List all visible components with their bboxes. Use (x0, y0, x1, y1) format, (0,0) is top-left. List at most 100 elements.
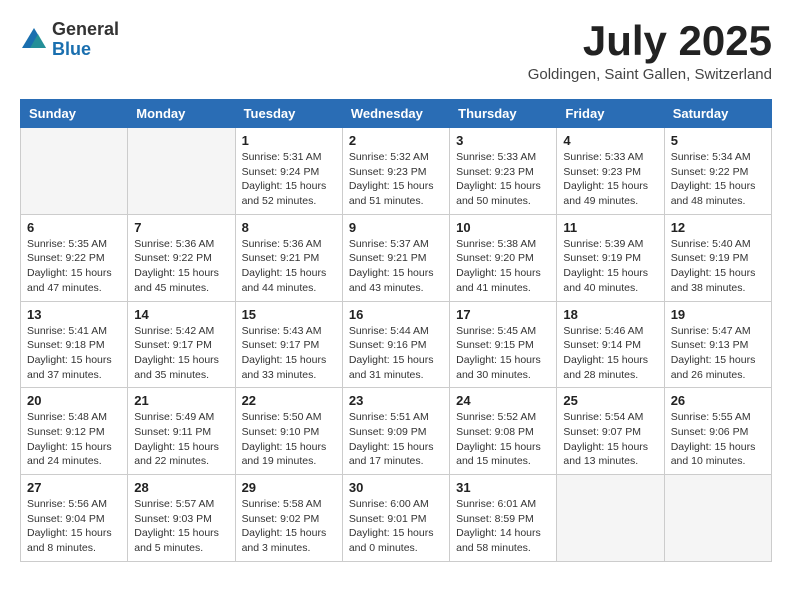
calendar-cell: 14 Sunrise: 5:42 AM Sunset: 9:17 PM Dayli… (128, 301, 235, 388)
day-info: Sunrise: 5:48 AM Sunset: 9:12 PM Dayligh… (27, 410, 121, 469)
weekday-header: Monday (128, 100, 235, 128)
day-info: Sunrise: 5:51 AM Sunset: 9:09 PM Dayligh… (349, 410, 443, 469)
day-info: Sunrise: 5:47 AM Sunset: 9:13 PM Dayligh… (671, 324, 765, 383)
day-number: 12 (671, 220, 765, 235)
day-info: Sunrise: 5:33 AM Sunset: 9:23 PM Dayligh… (563, 150, 657, 209)
day-info: Sunrise: 5:35 AM Sunset: 9:22 PM Dayligh… (27, 237, 121, 296)
calendar-cell (21, 128, 128, 215)
weekday-header-row: SundayMondayTuesdayWednesdayThursdayFrid… (21, 100, 772, 128)
day-number: 1 (242, 133, 336, 148)
logo-blue: Blue (52, 40, 119, 60)
location-subtitle: Goldingen, Saint Gallen, Switzerland (528, 66, 772, 83)
weekday-header: Friday (557, 100, 664, 128)
calendar-cell: 2Sunrise: 5:32 AM Sunset: 9:23 PM Daylig… (342, 128, 449, 215)
day-info: Sunrise: 6:00 AM Sunset: 9:01 PM Dayligh… (349, 497, 443, 556)
day-number: 26 (671, 393, 765, 408)
calendar-cell: 9 Sunrise: 5:37 AM Sunset: 9:21 PM Daylig… (342, 214, 449, 301)
day-info: Sunrise: 5:57 AM Sunset: 9:03 PM Dayligh… (134, 497, 228, 556)
calendar-cell: 30Sunrise: 6:00 AM Sunset: 9:01 PM Dayli… (342, 475, 449, 562)
day-info: Sunrise: 5:32 AM Sunset: 9:23 PM Dayligh… (349, 150, 443, 209)
day-info: Sunrise: 5:54 AM Sunset: 9:07 PM Dayligh… (563, 410, 657, 469)
logo: General Blue (20, 20, 119, 60)
day-info: Sunrise: 5:49 AM Sunset: 9:11 PM Dayligh… (134, 410, 228, 469)
calendar-cell (128, 128, 235, 215)
calendar-cell: 22 Sunrise: 5:50 AM Sunset: 9:10 PM Dayli… (235, 388, 342, 475)
day-info: Sunrise: 5:40 AM Sunset: 9:19 PM Dayligh… (671, 237, 765, 296)
calendar-cell: 24 Sunrise: 5:52 AM Sunset: 9:08 PM Dayli… (450, 388, 557, 475)
calendar-cell: 11Sunrise: 5:39 AM Sunset: 9:19 PM Dayli… (557, 214, 664, 301)
calendar-cell (664, 475, 771, 562)
day-number: 14 (134, 307, 228, 322)
calendar-cell: 28 Sunrise: 5:57 AM Sunset: 9:03 PM Dayli… (128, 475, 235, 562)
calendar-cell: 21Sunrise: 5:49 AM Sunset: 9:11 PM Dayli… (128, 388, 235, 475)
calendar-cell: 27 Sunrise: 5:56 AM Sunset: 9:04 PM Dayli… (21, 475, 128, 562)
weekday-header: Saturday (664, 100, 771, 128)
day-info: Sunrise: 5:45 AM Sunset: 9:15 PM Dayligh… (456, 324, 550, 383)
day-number: 13 (27, 307, 121, 322)
day-number: 7 (134, 220, 228, 235)
calendar-cell: 10 Sunrise: 5:38 AM Sunset: 9:20 PM Dayli… (450, 214, 557, 301)
day-number: 28 (134, 480, 228, 495)
day-info: Sunrise: 5:56 AM Sunset: 9:04 PM Dayligh… (27, 497, 121, 556)
day-number: 29 (242, 480, 336, 495)
month-title: July 2025 (528, 20, 772, 62)
calendar-cell: 12 Sunrise: 5:40 AM Sunset: 9:19 PM Dayli… (664, 214, 771, 301)
logo-text: General Blue (52, 20, 119, 60)
day-info: Sunrise: 5:50 AM Sunset: 9:10 PM Dayligh… (242, 410, 336, 469)
day-number: 9 (349, 220, 443, 235)
calendar-cell: 6 Sunrise: 5:35 AM Sunset: 9:22 PM Daylig… (21, 214, 128, 301)
calendar-cell: 17 Sunrise: 5:45 AM Sunset: 9:15 PM Dayli… (450, 301, 557, 388)
calendar-cell: 26Sunrise: 5:55 AM Sunset: 9:06 PM Dayli… (664, 388, 771, 475)
day-number: 4 (563, 133, 657, 148)
calendar-cell: 31 Sunrise: 6:01 AM Sunset: 8:59 PM Dayli… (450, 475, 557, 562)
day-info: Sunrise: 5:43 AM Sunset: 9:17 PM Dayligh… (242, 324, 336, 383)
calendar-cell: 23 Sunrise: 5:51 AM Sunset: 9:09 PM Dayli… (342, 388, 449, 475)
day-info: Sunrise: 5:44 AM Sunset: 9:16 PM Dayligh… (349, 324, 443, 383)
day-info: Sunrise: 5:34 AM Sunset: 9:22 PM Dayligh… (671, 150, 765, 209)
day-number: 17 (456, 307, 550, 322)
calendar-cell: 19Sunrise: 5:47 AM Sunset: 9:13 PM Dayli… (664, 301, 771, 388)
day-info: Sunrise: 5:33 AM Sunset: 9:23 PM Dayligh… (456, 150, 550, 209)
logo-general: General (52, 20, 119, 40)
day-info: Sunrise: 5:58 AM Sunset: 9:02 PM Dayligh… (242, 497, 336, 556)
day-info: Sunrise: 5:46 AM Sunset: 9:14 PM Dayligh… (563, 324, 657, 383)
day-info: Sunrise: 5:37 AM Sunset: 9:21 PM Dayligh… (349, 237, 443, 296)
calendar-cell: 3 Sunrise: 5:33 AM Sunset: 9:23 PM Daylig… (450, 128, 557, 215)
day-info: Sunrise: 5:36 AM Sunset: 9:22 PM Dayligh… (134, 237, 228, 296)
calendar-cell: 15 Sunrise: 5:43 AM Sunset: 9:17 PM Dayli… (235, 301, 342, 388)
weekday-header: Thursday (450, 100, 557, 128)
calendar-cell: 13 Sunrise: 5:41 AM Sunset: 9:18 PM Dayli… (21, 301, 128, 388)
day-number: 5 (671, 133, 765, 148)
calendar-cell: 18Sunrise: 5:46 AM Sunset: 9:14 PM Dayli… (557, 301, 664, 388)
day-number: 31 (456, 480, 550, 495)
page-header: General Blue July 2025 Goldingen, Saint … (20, 20, 772, 83)
calendar-cell: 1Sunrise: 5:31 AM Sunset: 9:24 PM Daylig… (235, 128, 342, 215)
weekday-header: Tuesday (235, 100, 342, 128)
day-number: 10 (456, 220, 550, 235)
calendar-cell (557, 475, 664, 562)
day-number: 23 (349, 393, 443, 408)
day-number: 24 (456, 393, 550, 408)
calendar-cell: 16Sunrise: 5:44 AM Sunset: 9:16 PM Dayli… (342, 301, 449, 388)
week-row: 1Sunrise: 5:31 AM Sunset: 9:24 PM Daylig… (21, 128, 772, 215)
day-number: 3 (456, 133, 550, 148)
day-info: Sunrise: 5:38 AM Sunset: 9:20 PM Dayligh… (456, 237, 550, 296)
day-number: 25 (563, 393, 657, 408)
calendar-cell: 7 Sunrise: 5:36 AM Sunset: 9:22 PM Daylig… (128, 214, 235, 301)
calendar-cell: 20Sunrise: 5:48 AM Sunset: 9:12 PM Dayli… (21, 388, 128, 475)
day-number: 27 (27, 480, 121, 495)
logo-icon (20, 26, 48, 54)
calendar-cell: 25 Sunrise: 5:54 AM Sunset: 9:07 PM Dayli… (557, 388, 664, 475)
day-info: Sunrise: 5:42 AM Sunset: 9:17 PM Dayligh… (134, 324, 228, 383)
weekday-header: Wednesday (342, 100, 449, 128)
title-area: July 2025 Goldingen, Saint Gallen, Switz… (528, 20, 772, 83)
day-number: 22 (242, 393, 336, 408)
day-info: Sunrise: 5:52 AM Sunset: 9:08 PM Dayligh… (456, 410, 550, 469)
day-number: 15 (242, 307, 336, 322)
day-number: 6 (27, 220, 121, 235)
week-row: 20Sunrise: 5:48 AM Sunset: 9:12 PM Dayli… (21, 388, 772, 475)
calendar-cell: 8Sunrise: 5:36 AM Sunset: 9:21 PM Daylig… (235, 214, 342, 301)
week-row: 13 Sunrise: 5:41 AM Sunset: 9:18 PM Dayli… (21, 301, 772, 388)
day-info: Sunrise: 5:41 AM Sunset: 9:18 PM Dayligh… (27, 324, 121, 383)
day-info: Sunrise: 6:01 AM Sunset: 8:59 PM Dayligh… (456, 497, 550, 556)
